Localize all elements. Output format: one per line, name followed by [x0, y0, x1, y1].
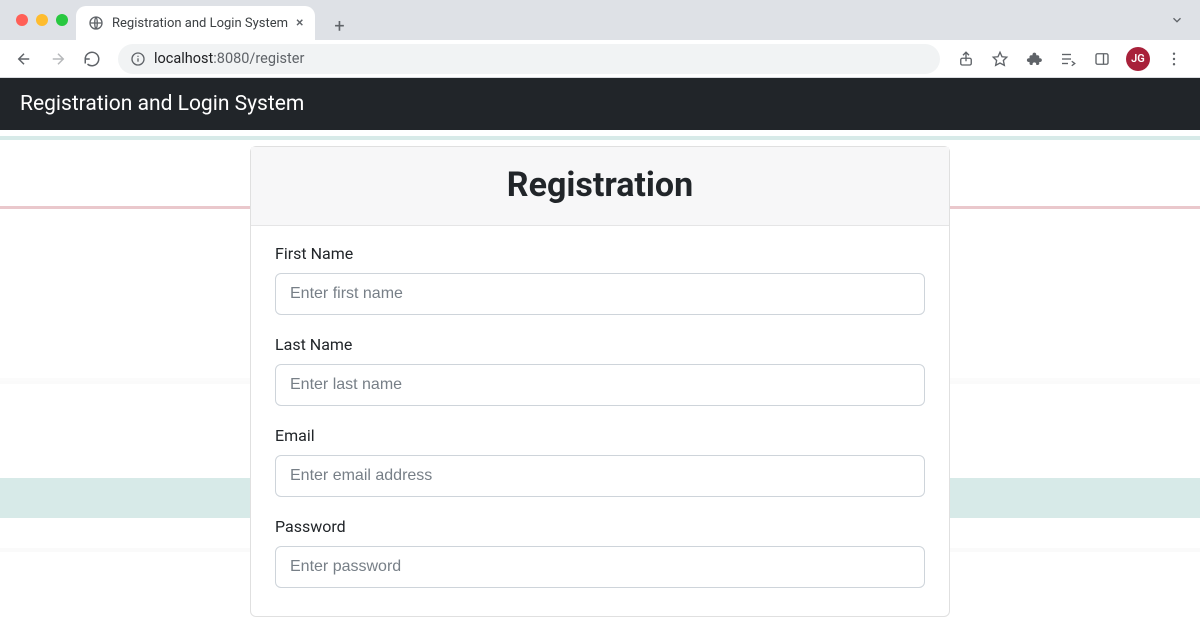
globe-icon: [88, 15, 104, 31]
url-text: localhost:8080/register: [154, 50, 304, 67]
email-group: Email: [275, 426, 925, 497]
plus-icon: +: [334, 16, 344, 37]
first-name-label: First Name: [275, 244, 925, 263]
browser-toolbar: localhost:8080/register JG: [0, 40, 1200, 78]
browser-tab[interactable]: Registration and Login System ×: [76, 6, 315, 40]
share-button[interactable]: [956, 49, 976, 69]
email-label: Email: [275, 426, 925, 445]
side-panel-button[interactable]: [1092, 49, 1112, 69]
share-icon: [957, 50, 975, 68]
extensions-button[interactable]: [1024, 49, 1044, 69]
window-close-button[interactable]: [16, 14, 28, 26]
last-name-label: Last Name: [275, 335, 925, 354]
window-maximize-button[interactable]: [56, 14, 68, 26]
password-label: Password: [275, 517, 925, 536]
forward-button[interactable]: [44, 45, 72, 73]
card-body: First Name Last Name Email Password: [251, 226, 949, 616]
window-controls: [12, 0, 76, 40]
bookmark-button[interactable]: [990, 49, 1010, 69]
app-navbar: Registration and Login System: [0, 78, 1200, 130]
password-group: Password: [275, 517, 925, 588]
address-bar[interactable]: localhost:8080/register: [118, 44, 940, 74]
last-name-group: Last Name: [275, 335, 925, 406]
tabs-overflow-button[interactable]: [1154, 0, 1200, 40]
page-viewport: Registration and Login System Registrati…: [0, 78, 1200, 630]
toolbar-actions: JG: [952, 47, 1190, 71]
password-input[interactable]: [275, 546, 925, 588]
navbar-brand[interactable]: Registration and Login System: [20, 92, 304, 116]
last-name-input[interactable]: [275, 364, 925, 406]
first-name-group: First Name: [275, 244, 925, 315]
profile-initials: JG: [1131, 52, 1145, 65]
form-container: Registration First Name Last Name Email …: [250, 146, 950, 617]
profile-avatar[interactable]: JG: [1126, 47, 1150, 71]
first-name-input[interactable]: [275, 273, 925, 315]
new-tab-button[interactable]: +: [325, 12, 353, 40]
card-title: Registration: [271, 165, 929, 205]
tab-title: Registration and Login System: [112, 16, 288, 31]
arrow-right-icon: [49, 50, 67, 68]
window-minimize-button[interactable]: [36, 14, 48, 26]
chevron-down-icon: [1170, 13, 1184, 27]
site-info-icon[interactable]: [130, 51, 146, 67]
kebab-icon: [1165, 50, 1183, 68]
card-header: Registration: [251, 147, 949, 226]
tab-strip: Registration and Login System × +: [0, 0, 1200, 40]
info-icon: [130, 51, 146, 67]
panel-icon: [1093, 50, 1111, 68]
email-input[interactable]: [275, 455, 925, 497]
reading-list-button[interactable]: [1058, 49, 1078, 69]
playlist-icon: [1059, 50, 1077, 68]
tab-close-icon[interactable]: ×: [296, 15, 303, 31]
back-button[interactable]: [10, 45, 38, 73]
browser-menu-button[interactable]: [1164, 49, 1184, 69]
arrow-left-icon: [15, 50, 33, 68]
reload-icon: [83, 50, 101, 68]
registration-card: Registration First Name Last Name Email …: [250, 146, 950, 617]
url-host: localhost: [154, 50, 213, 67]
url-path: :8080/register: [213, 50, 304, 67]
reload-button[interactable]: [78, 45, 106, 73]
star-icon: [991, 50, 1009, 68]
browser-chrome: Registration and Login System × + localh…: [0, 0, 1200, 78]
puzzle-icon: [1025, 50, 1043, 68]
